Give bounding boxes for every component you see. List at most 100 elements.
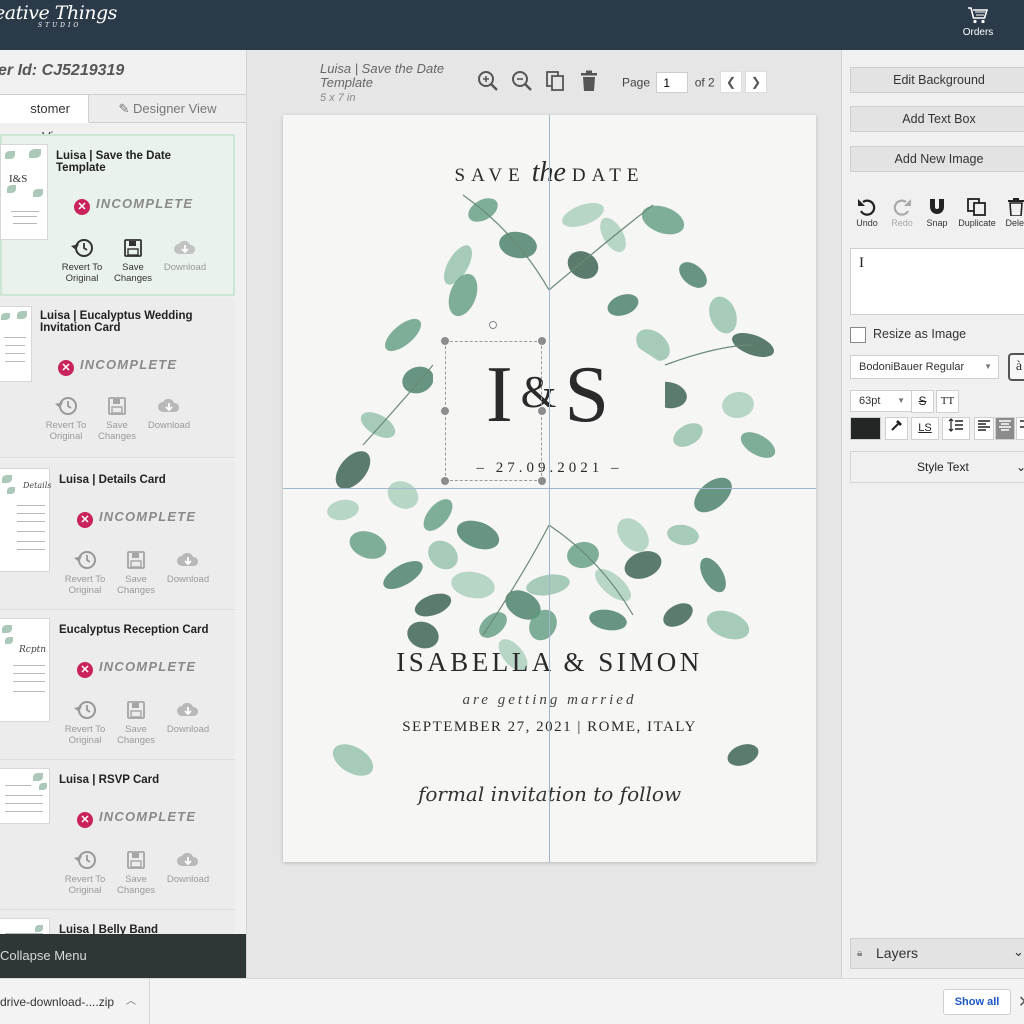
save-changes-button[interactable]: Save Changes [110, 550, 162, 596]
eucalyptus-leaf [423, 499, 453, 531]
resize-handle[interactable] [441, 407, 449, 415]
align-left-button[interactable] [974, 417, 994, 440]
floppy-disk-icon [127, 851, 145, 869]
duplicate-button[interactable]: Duplicate [956, 198, 998, 228]
font-preview-button[interactable]: à [1008, 353, 1024, 381]
page-number-input[interactable] [656, 72, 689, 93]
add-new-image-button[interactable]: Add New Image [850, 146, 1024, 172]
status-badge: ✕ INCOMPLETE [77, 659, 196, 678]
revert-clock-icon [74, 551, 96, 569]
save-changes-button[interactable]: Save Changes [107, 238, 159, 284]
collapse-menu-button[interactable]: Collapse Menu [0, 934, 246, 978]
align-center-icon [999, 420, 1011, 431]
revert-button[interactable]: Revert To Original [59, 550, 111, 596]
line-height-button[interactable] [942, 417, 970, 440]
card-thumbnail[interactable]: Rcptn [0, 618, 50, 722]
eucalyptus-leaf [562, 202, 604, 228]
trash-icon[interactable] [580, 70, 598, 97]
card-title: Luisa | Save the Date Template [56, 150, 172, 174]
properties-panel: Edit Background Add Text Box Add New Ima… [841, 50, 1024, 978]
status-badge: ✕ INCOMPLETE [77, 509, 196, 528]
eucalyptus-leaf [679, 262, 707, 288]
letter-spacing-button[interactable]: LS [911, 417, 939, 440]
magnet-icon [930, 199, 944, 214]
tab-customer-view[interactable]: stomer View [0, 94, 89, 144]
eucalyptus-leaf [383, 561, 423, 589]
zoom-out-icon[interactable] [511, 70, 533, 97]
strikethrough-button[interactable]: S [911, 390, 934, 413]
resize-handle[interactable] [538, 337, 546, 345]
floppy-disk-icon [127, 551, 145, 569]
align-center-button[interactable] [995, 417, 1015, 440]
font-family-select[interactable]: BodoniBauer Regular ▼ [850, 355, 999, 379]
add-text-box-button[interactable]: Add Text Box [850, 106, 1024, 132]
revert-button[interactable]: Revert To Original [59, 850, 111, 896]
show-all-button[interactable]: Show all [943, 989, 1011, 1015]
revert-button[interactable]: Revert To Original [40, 396, 92, 442]
save-changes-button[interactable]: Save Changes [91, 396, 143, 442]
download-button[interactable]: Download [162, 850, 214, 885]
text-content-input[interactable]: I [850, 248, 1024, 315]
style-text-accordion[interactable]: Style Text ⌄ [850, 451, 1024, 483]
redo-button[interactable]: Redo [883, 198, 921, 228]
document-title: Luisa | Save the Date Template [320, 61, 445, 90]
next-page-button[interactable]: ❯ [745, 71, 767, 93]
tab-designer-view[interactable]: ✎ Designer View [89, 94, 246, 123]
eucalyptus-leaf [332, 744, 374, 776]
close-icon[interactable]: ✕ [1018, 992, 1024, 1012]
resize-as-image-checkbox[interactable] [850, 327, 866, 343]
download-button[interactable]: Download [162, 700, 214, 735]
chevron-up-icon[interactable]: ︿ [126, 979, 136, 1024]
resize-handle[interactable] [441, 477, 449, 485]
revert-button[interactable]: Revert To Original [56, 238, 108, 284]
font-size-select[interactable]: 63pt ▼ [850, 390, 912, 412]
align-right-button[interactable] [1016, 417, 1024, 440]
floppy-disk-icon [124, 239, 142, 257]
studio-logo[interactable]: eative Things STUDIO [0, 4, 117, 30]
orders-button[interactable]: Orders [956, 6, 1000, 38]
resize-handle[interactable] [538, 477, 546, 485]
layers-panel-toggle[interactable]: 🔒︎ Layers ⌄ [850, 938, 1024, 969]
save-changes-button[interactable]: Save Changes [110, 850, 162, 896]
uppercase-button[interactable]: TT [936, 390, 959, 413]
cloud-download-icon [177, 852, 199, 866]
design-canvas[interactable]: SAVEtheDATE I&S – 27.09.2021 – ISABELLA … [283, 115, 816, 862]
delete-button[interactable]: Delet [997, 198, 1024, 228]
card-title: Luisa | RSVP Card [59, 774, 160, 786]
copy-icon[interactable] [545, 70, 565, 97]
zoom-in-icon[interactable] [477, 70, 499, 97]
selection-box[interactable] [445, 341, 542, 481]
text-color-swatch[interactable] [850, 417, 881, 440]
product-card[interactable]: Rcptn Eucalyptus Reception Card ✕ INCOMPL… [0, 610, 235, 760]
download-button[interactable]: Download [143, 396, 195, 431]
resize-handle[interactable] [441, 337, 449, 345]
resize-handle[interactable] [538, 407, 546, 415]
undo-button[interactable]: Undo [848, 198, 886, 228]
eucalyptus-leaf [727, 744, 759, 766]
card-title: Luisa | Eucalyptus Wedding Invitation Ca… [40, 310, 193, 334]
pencil-icon: ✎ [118, 101, 130, 116]
eucalyptus-leaf [479, 612, 507, 638]
edit-background-button[interactable]: Edit Background [850, 67, 1024, 93]
download-button[interactable]: Download [159, 238, 211, 273]
card-thumbnail[interactable] [0, 768, 50, 824]
rotate-handle[interactable] [489, 321, 497, 329]
product-card[interactable]: I&S Luisa | Save the Date Template ✕ INCO… [0, 134, 235, 296]
document-size: 5 x 7 in [320, 92, 356, 104]
save-changes-button[interactable]: Save Changes [110, 700, 162, 746]
download-item[interactable]: drive-download-....zip ︿ [0, 979, 150, 1024]
revert-button[interactable]: Revert To Original [59, 700, 111, 746]
eucalyptus-leaf [349, 531, 387, 559]
product-card[interactable]: Luisa | RSVP Card ✕ INCOMPLETE Revert To … [0, 760, 235, 910]
snap-button[interactable]: Snap [918, 198, 956, 228]
eyedropper-button[interactable] [885, 417, 908, 440]
card-thumbnail[interactable] [0, 306, 32, 382]
card-thumbnail[interactable]: I&S [0, 144, 48, 240]
prev-page-button[interactable]: ❮ [720, 71, 742, 93]
product-card[interactable]: Details Luisa | Details Card ✕ INCOMPLETE… [0, 460, 235, 610]
product-card[interactable]: Luisa | Eucalyptus Wedding Invitation Ca… [0, 298, 235, 458]
eucalyptus-leaf [694, 477, 732, 513]
card-thumbnail[interactable]: Details [0, 468, 51, 572]
download-button[interactable]: Download [162, 550, 214, 585]
eucalyptus-leaf [641, 205, 685, 235]
